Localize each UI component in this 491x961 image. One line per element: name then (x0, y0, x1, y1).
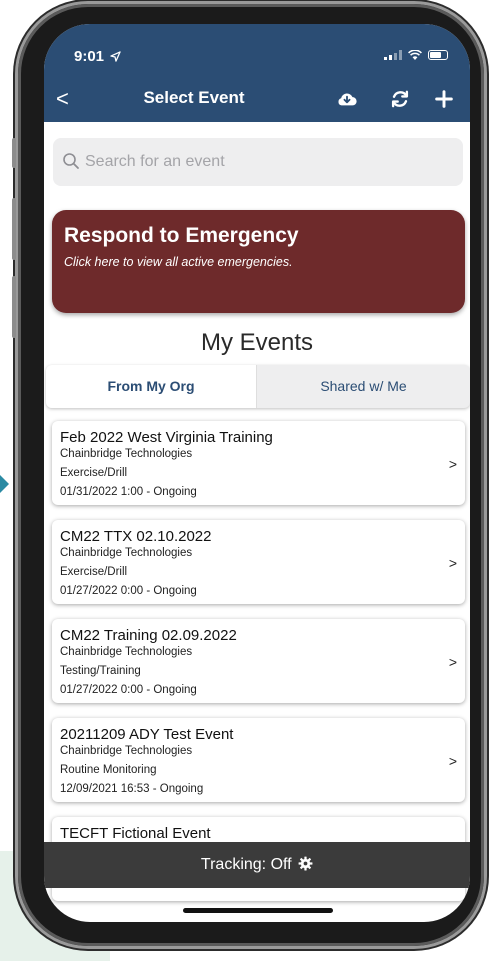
page-title: Select Event (143, 88, 245, 107)
event-type: Exercise/Drill (60, 566, 128, 578)
gear-icon[interactable] (298, 856, 313, 871)
event-org: Chainbridge Technologies (60, 547, 193, 559)
refresh-icon[interactable] (389, 88, 411, 110)
volume-down-button (12, 276, 16, 338)
event-type: Testing/Training (60, 665, 141, 677)
status-icons (384, 50, 448, 60)
plus-icon[interactable] (433, 88, 455, 110)
event-title: Feb 2022 West Virginia Training (60, 429, 273, 446)
chevron-right-icon: > (448, 456, 457, 472)
event-card[interactable]: Feb 2022 West Virginia Training Chainbri… (52, 421, 465, 505)
battery-icon (428, 50, 448, 60)
signal-icon (384, 50, 402, 60)
event-org: Chainbridge Technologies (60, 745, 193, 757)
emergency-title: Respond to Emergency (64, 224, 299, 247)
volume-up-button (12, 198, 16, 260)
cloud-download-icon[interactable] (336, 88, 358, 110)
app-screen: 9:01 < Select Event Search for an event … (44, 24, 470, 922)
tracking-status: Tracking: Off (44, 856, 470, 874)
search-input[interactable]: Search for an event (53, 138, 463, 186)
emergency-subtitle: Click here to view all active emergencie… (64, 255, 293, 269)
event-date: 01/31/2022 1:00 - Ongoing (60, 486, 197, 498)
search-placeholder: Search for an event (85, 153, 225, 170)
tracking-label: Tracking: (200, 856, 267, 873)
event-card[interactable]: 20211209 ADY Test Event Chainbridge Tech… (52, 718, 465, 802)
chevron-right-icon: > (448, 555, 457, 571)
wifi-icon (408, 50, 422, 60)
search-icon (63, 153, 79, 169)
event-type: Routine Monitoring (60, 764, 157, 776)
section-title: My Events (200, 329, 314, 356)
event-date: 01/27/2022 0:00 - Ongoing (60, 684, 197, 696)
status-time: 9:01 (74, 48, 121, 65)
event-title: TECFT Fictional Event (60, 825, 211, 842)
event-org: Chainbridge Technologies (60, 646, 193, 658)
home-indicator[interactable] (183, 908, 333, 913)
tracking-bar[interactable]: Tracking: Off (44, 842, 470, 888)
tab-shared-with-me[interactable]: Shared w/ Me (257, 365, 470, 408)
tracking-value: Off (270, 856, 292, 873)
mute-switch (12, 138, 16, 168)
event-org: Chainbridge Technologies (60, 448, 193, 460)
chevron-right-icon: > (448, 654, 457, 670)
event-card[interactable]: CM22 TTX 02.10.2022 Chainbridge Technolo… (52, 520, 465, 604)
respond-to-emergency-button[interactable]: Respond to Emergency Click here to view … (52, 210, 465, 313)
event-date: 01/27/2022 0:00 - Ongoing (60, 585, 197, 597)
pointer-arrow-icon (0, 475, 9, 493)
chevron-right-icon: > (448, 753, 457, 769)
event-title: CM22 Training 02.09.2022 (60, 627, 237, 644)
event-title: 20211209 ADY Test Event (60, 726, 234, 743)
tab-from-my-org[interactable]: From My Org (46, 365, 257, 408)
event-type: Exercise/Drill (60, 467, 128, 479)
app-header: 9:01 < Select Event (44, 24, 470, 122)
event-card[interactable]: CM22 Training 02.09.2022 Chainbridge Tec… (52, 619, 465, 703)
location-arrow-icon (110, 51, 121, 62)
event-tabs: From My Org Shared w/ Me (46, 365, 470, 408)
event-title: CM22 TTX 02.10.2022 (60, 528, 212, 545)
event-date: 12/09/2021 16:53 - Ongoing (60, 783, 204, 795)
